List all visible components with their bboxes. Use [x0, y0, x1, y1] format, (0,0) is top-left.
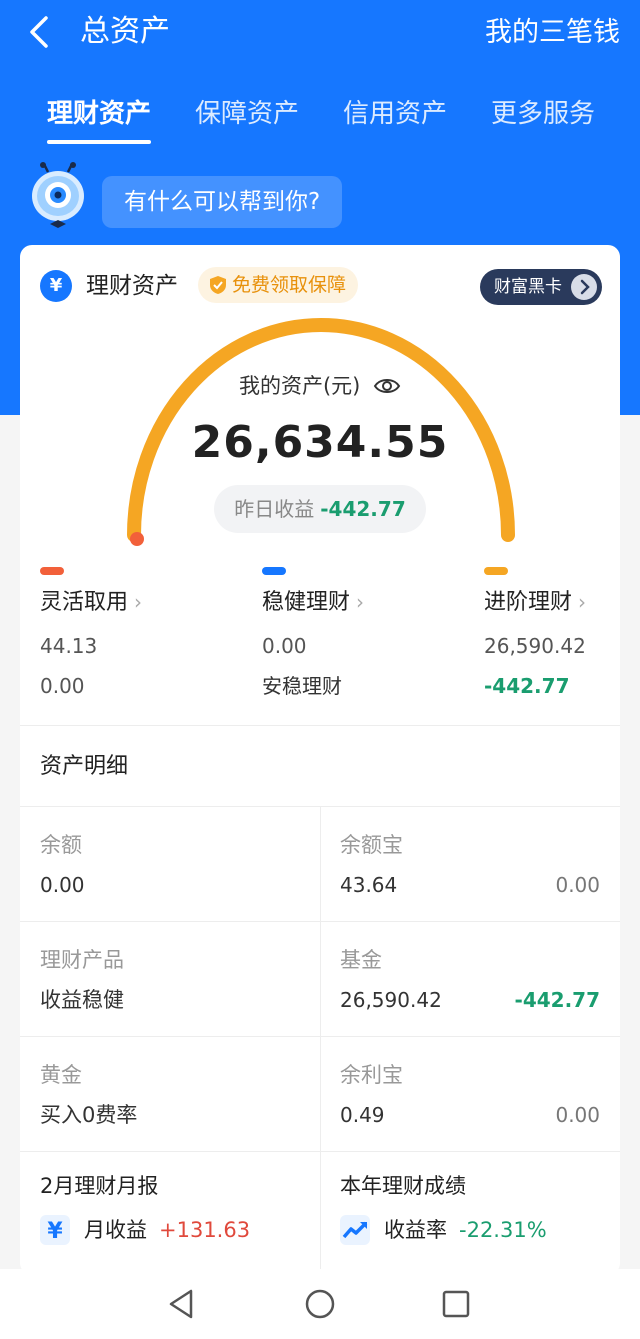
- top-bar: 总资产 我的三笔钱: [0, 0, 640, 68]
- monthly-earnings-row[interactable]: ¥ 月收益 +131.63: [40, 1215, 250, 1245]
- category-value: 0.00: [262, 634, 307, 658]
- tab-more-services[interactable]: 更多服务: [491, 92, 595, 136]
- yield-rate-row[interactable]: 收益率 -22.31%: [340, 1215, 547, 1245]
- tab-wealth-assets[interactable]: 理财资产: [47, 92, 151, 136]
- category-name: 进阶理财: [484, 590, 573, 615]
- asset-details-title: 资产明细: [40, 754, 129, 779]
- detail-cell-yuebao[interactable]: 余额宝 43.64 0.00: [320, 806, 620, 921]
- chevron-right-icon: ›: [134, 590, 143, 614]
- nav-back-icon[interactable]: [165, 1287, 199, 1321]
- category-subtitle: 安稳理财: [262, 674, 342, 698]
- assistant-mascot-icon[interactable]: [28, 162, 88, 230]
- three-money-link[interactable]: 我的三笔钱: [485, 13, 620, 53]
- yen-icon: ¥: [40, 1215, 70, 1245]
- system-navigation-bar: [0, 1269, 640, 1339]
- detail-label: 余额: [40, 833, 82, 857]
- trend-chart-icon: [340, 1215, 370, 1245]
- grid-vertical-divider: [320, 806, 321, 1275]
- detail-label: 余利宝: [340, 1063, 403, 1087]
- monthly-earnings-value: +131.63: [159, 1218, 251, 1242]
- detail-earnings: 0.00: [555, 873, 600, 897]
- detail-label: 余额宝: [340, 833, 403, 857]
- detail-value: 0.00: [40, 873, 85, 897]
- gauge-start-dot: [130, 532, 144, 546]
- yield-rate-label: 收益率: [384, 1218, 447, 1242]
- detail-value: 43.64: [340, 873, 398, 897]
- total-asset-value: 26,634.55: [191, 417, 449, 468]
- category-earnings: -442.77: [484, 674, 570, 698]
- detail-earnings: 0.00: [555, 1103, 600, 1127]
- detail-cell-funds[interactable]: 基金 26,590.42 -442.77: [320, 921, 620, 1036]
- asset-label-text: 我的资产(元): [238, 374, 361, 398]
- tab-insurance-assets[interactable]: 保障资产: [195, 92, 299, 136]
- yesterday-label: 昨日收益: [234, 497, 315, 521]
- chevron-right-icon: ›: [356, 590, 365, 614]
- monthly-earnings-label: 月收益: [84, 1218, 147, 1242]
- detail-label: 基金: [340, 948, 382, 972]
- detail-label: 黄金: [40, 1063, 82, 1087]
- monthly-report-title[interactable]: 2月理财月报: [40, 1171, 158, 1201]
- tab-credit-assets[interactable]: 信用资产: [343, 92, 447, 136]
- yesterday-value: -442.77: [320, 497, 406, 521]
- detail-value: 收益稳健: [40, 988, 124, 1012]
- tab-bar: 理财资产 保障资产 信用资产 更多服务: [0, 92, 640, 148]
- active-tab-indicator: [47, 140, 151, 144]
- chevron-right-icon: ›: [578, 590, 587, 614]
- wealth-assets-card: ¥ 理财资产 免费领取保障 财富黑卡 我的资产(元) 26,634.55 昨日收…: [20, 245, 620, 1275]
- detail-earnings: -442.77: [514, 988, 600, 1012]
- category-advanced[interactable]: 进阶理财 › 26,590.42 -442.77: [484, 567, 620, 700]
- category-flexible[interactable]: 灵活取用 › 44.13 0.00: [40, 567, 240, 700]
- detail-cell-balance[interactable]: 余额 0.00: [20, 806, 320, 921]
- yesterday-earnings-pill[interactable]: 昨日收益 -442.77: [214, 485, 426, 533]
- asset-label: 我的资产(元): [20, 371, 620, 401]
- category-name: 稳健理财: [262, 590, 351, 615]
- detail-cell-wealth-products[interactable]: 理财产品 收益稳健: [20, 921, 320, 1036]
- assistant-prompt-bubble[interactable]: 有什么可以帮到你?: [102, 176, 343, 228]
- category-color-dot: [484, 567, 508, 575]
- page-title: 总资产: [80, 14, 170, 49]
- detail-cell-gold[interactable]: 黄金 买入0费率: [20, 1036, 320, 1151]
- detail-value: 买入0费率: [40, 1103, 138, 1127]
- category-value: 44.13: [40, 634, 98, 658]
- svg-text:¥: ¥: [47, 1219, 63, 1244]
- category-color-dot: [40, 567, 64, 575]
- detail-label: 理财产品: [40, 948, 124, 972]
- category-earnings: 0.00: [40, 674, 85, 698]
- detail-value: 0.49: [340, 1103, 385, 1127]
- yield-rate-value: -22.31%: [459, 1218, 547, 1242]
- back-button[interactable]: [22, 12, 58, 52]
- category-name: 灵活取用: [40, 590, 129, 615]
- nav-recents-icon[interactable]: [439, 1287, 473, 1321]
- divider: [20, 725, 620, 726]
- chevron-left-icon: [30, 16, 48, 48]
- category-color-dot: [262, 567, 286, 575]
- detail-value: 26,590.42: [340, 988, 442, 1012]
- nav-home-icon[interactable]: [303, 1287, 337, 1321]
- category-value: 26,590.42: [484, 634, 586, 658]
- category-stable[interactable]: 稳健理财 › 0.00 安稳理财: [262, 567, 462, 700]
- yearly-performance-title[interactable]: 本年理财成绩: [340, 1171, 466, 1201]
- detail-cell-yulibao[interactable]: 余利宝 0.49 0.00: [320, 1036, 620, 1151]
- eye-icon[interactable]: [373, 376, 401, 396]
